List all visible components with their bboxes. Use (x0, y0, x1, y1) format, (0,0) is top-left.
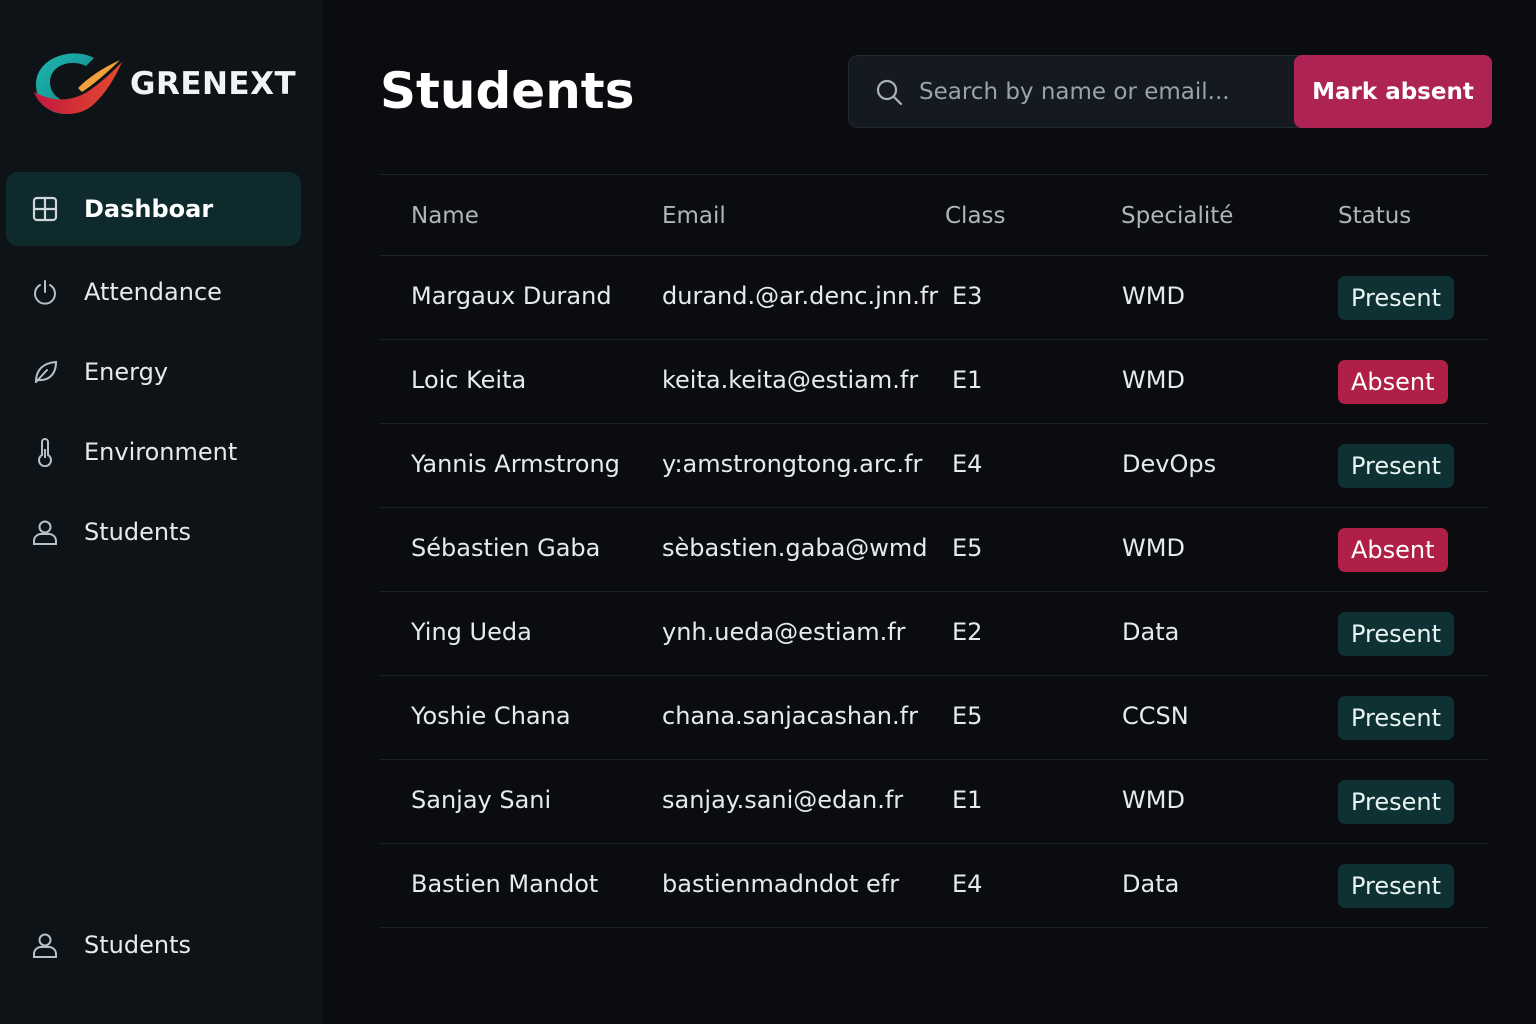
sidebar-item-label: Dashboar (84, 195, 214, 223)
status-badge[interactable]: Absent (1338, 528, 1448, 572)
column-header-class[interactable]: Class (945, 203, 1006, 229)
student-name: Sébastien Gaba (411, 534, 601, 562)
student-name: Loic Keita (411, 366, 527, 394)
sidebar-item-label: Environment (84, 438, 238, 466)
sidebar-item-label: Students (84, 518, 191, 546)
student-name: Margaux Durand (411, 282, 612, 310)
leaf-icon (30, 357, 60, 387)
student-specialite: Data (1122, 870, 1180, 898)
table-row[interactable]: Sébastien Gaba sèbastien.gaba@wmd E5 WMD Abs… (380, 508, 1488, 592)
status-badge[interactable]: Present (1338, 276, 1455, 320)
student-specialite: WMD (1122, 786, 1185, 814)
brand-logo[interactable]: GRENEXT (26, 44, 296, 124)
grid-icon (30, 194, 60, 224)
grenext-logo-icon (34, 53, 122, 115)
brand-name: GRENEXT (130, 66, 297, 102)
sidebar-item-dashboard[interactable]: Dashboar (6, 172, 301, 246)
student-email: y:amstrongtong.arc.fr (662, 450, 923, 478)
student-specialite: WMD (1122, 534, 1185, 562)
table-row[interactable]: Loic Keita keita.keita@estiam.fr E1 WMD Abse… (380, 340, 1488, 424)
student-email: keita.keita@estiam.fr (662, 366, 919, 394)
column-header-status[interactable]: Status (1338, 203, 1411, 229)
student-class: E3 (952, 282, 983, 310)
student-email: sèbastien.gaba@wmd (662, 534, 928, 562)
status-badge[interactable]: Present (1338, 780, 1455, 824)
sidebar-item-energy[interactable]: Energy (6, 335, 301, 409)
search-icon (876, 79, 903, 105)
status-badge[interactable]: Absent (1338, 360, 1448, 404)
sidebar-item-label: Students (84, 931, 191, 959)
student-email: sanjay.sani@edan.fr (662, 786, 904, 814)
student-class: E1 (952, 786, 983, 814)
table-row[interactable]: Yannis Armstrong y:amstrongtong.arc.fr E4 D… (380, 424, 1488, 508)
table-row[interactable]: Ying Ueda ynh.ueda@estiam.fr E2 Data Present (380, 592, 1488, 676)
student-class: E5 (952, 534, 983, 562)
status-badge[interactable]: Present (1338, 864, 1455, 908)
student-specialite: WMD (1122, 282, 1185, 310)
power-icon (30, 277, 60, 307)
student-email: durand.@ar.denc.jnn.fr (662, 282, 939, 310)
table-body: Margaux Durand durand.@ar.denc.jnn.fr E3 WM… (380, 256, 1488, 928)
column-header-specialite[interactable]: Specialité (1121, 203, 1233, 229)
sidebar-item-environment[interactable]: Environment (6, 415, 301, 489)
sidebar-item-students[interactable]: Students (6, 495, 301, 569)
search-input[interactable] (919, 78, 1279, 105)
student-specialite: WMD (1122, 366, 1185, 394)
sidebar-item-label: Attendance (84, 278, 222, 306)
user-icon (30, 930, 60, 960)
status-badge[interactable]: Present (1338, 696, 1455, 740)
thermometer-icon (30, 437, 60, 467)
user-icon (30, 517, 60, 547)
student-specialite: CCSN (1122, 702, 1189, 730)
sidebar: GRENEXT Dashboar Attendance Energy Envir… (0, 0, 323, 1024)
sidebar-item-attendance[interactable]: Attendance (6, 255, 301, 329)
table-row[interactable]: Bastien Mandot bastienmadndot efr E4 Data Pr… (380, 844, 1488, 928)
student-email: ynh.ueda@estiam.fr (662, 618, 906, 646)
status-badge[interactable]: Present (1338, 612, 1455, 656)
sidebar-item-label: Energy (84, 358, 169, 386)
search-bar[interactable] (848, 55, 1308, 128)
sidebar-footer-students[interactable]: Students (6, 908, 301, 982)
table-row[interactable]: Margaux Durand durand.@ar.denc.jnn.fr E3 WM… (380, 256, 1488, 340)
column-header-name[interactable]: Name (411, 203, 479, 229)
student-class: E5 (952, 702, 983, 730)
student-specialite: DevOps (1122, 450, 1217, 478)
table-header: Name Email Class Specialité Status (380, 174, 1488, 256)
student-specialite: Data (1122, 618, 1180, 646)
student-email: bastienmadndot efr (662, 870, 900, 898)
student-class: E4 (952, 450, 983, 478)
student-name: Ying Ueda (411, 618, 532, 646)
students-table: Name Email Class Specialité Status Marga… (380, 174, 1488, 928)
column-header-email[interactable]: Email (662, 203, 726, 229)
student-email: chana.sanjacashan.fr (662, 702, 918, 730)
table-row[interactable]: Sanjay Sani sanjay.sani@edan.fr E1 WMD Prese… (380, 760, 1488, 844)
student-class: E2 (952, 618, 983, 646)
page-title: Students (380, 62, 635, 120)
status-badge[interactable]: Present (1338, 444, 1455, 488)
student-name: Yannis Armstrong (411, 450, 620, 478)
student-class: E4 (952, 870, 983, 898)
student-name: Yoshie Chana (411, 702, 571, 730)
student-name: Sanjay Sani (411, 786, 552, 814)
mark-absent-button[interactable]: Mark absent (1294, 55, 1492, 128)
student-name: Bastien Mandot (411, 870, 599, 898)
table-row[interactable]: Yoshie Chana chana.sanjacashan.fr E5 CCSN Pr… (380, 676, 1488, 760)
student-class: E1 (952, 366, 983, 394)
